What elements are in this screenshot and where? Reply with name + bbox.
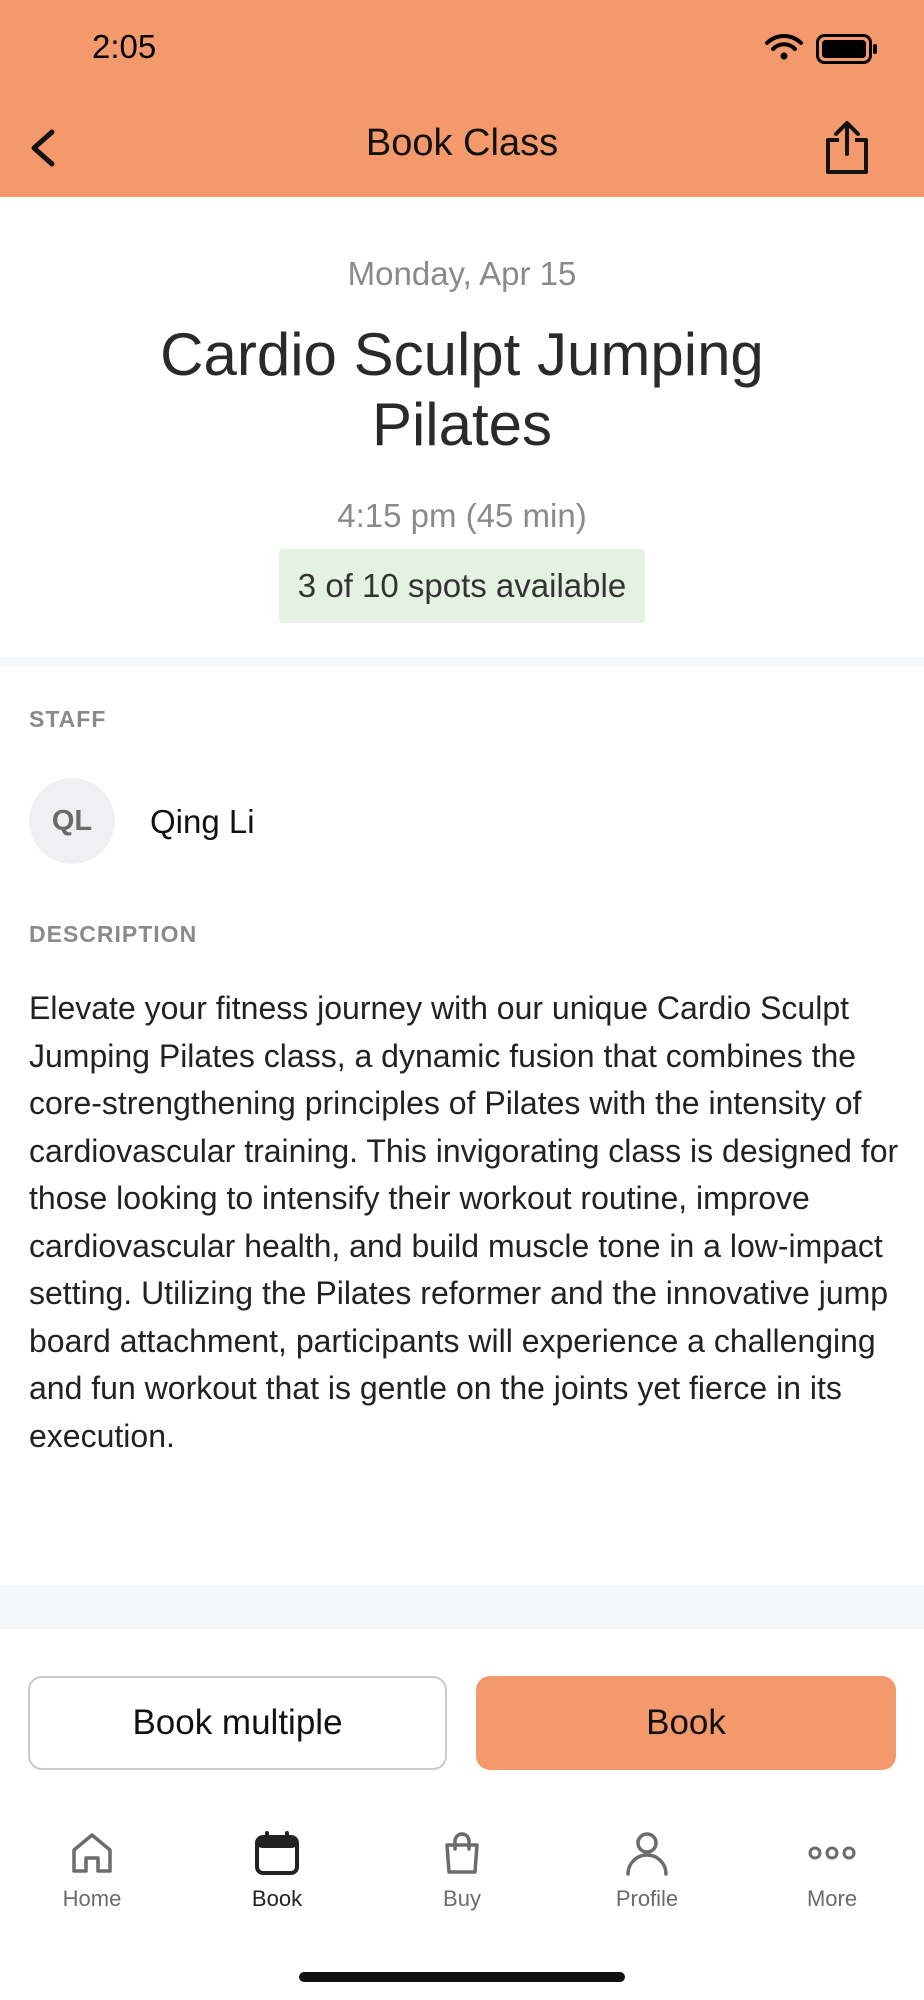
calendar-icon — [255, 1831, 299, 1875]
class-title: Cardio Sculpt Jumping Pilates — [160, 321, 764, 458]
tab-profile[interactable]: Profile — [577, 1830, 717, 1912]
staff-avatar: QL — [29, 778, 115, 864]
staff-section-label: STAFF — [29, 706, 107, 732]
person-icon — [626, 1832, 668, 1876]
tab-more[interactable]: More — [762, 1830, 902, 1912]
more-dots-icon — [808, 1846, 856, 1860]
tab-label: Book — [251, 1886, 303, 1911]
tab-buy[interactable]: Buy — [392, 1830, 532, 1912]
tab-label: More — [806, 1886, 858, 1911]
status-time: 2:05 — [92, 28, 157, 65]
home-indicator — [299, 1972, 625, 1982]
header-bar: 2:05 Book Class — [0, 0, 924, 197]
staff-name[interactable]: Qing Li — [150, 803, 255, 841]
description-section-label: DESCRIPTION — [29, 921, 198, 947]
page-title: Book Class — [365, 122, 559, 164]
tab-label: Home — [62, 1886, 122, 1911]
section-divider — [0, 1585, 924, 1629]
tab-label: Buy — [443, 1886, 481, 1911]
wifi-icon — [765, 33, 803, 60]
tab-label: Profile — [615, 1886, 679, 1911]
class-description: Elevate your fitness journey with our un… — [29, 990, 899, 1454]
book-button[interactable]: Book — [476, 1676, 896, 1770]
book-multiple-button[interactable]: Book multiple — [28, 1676, 447, 1770]
battery-icon — [816, 34, 877, 64]
section-divider — [0, 657, 924, 667]
home-icon — [72, 1833, 112, 1873]
share-icon[interactable] — [822, 120, 872, 176]
availability-badge: 3 of 10 spots available — [279, 549, 645, 623]
tab-book[interactable]: Book — [207, 1830, 347, 1912]
class-date: Monday, Apr 15 — [347, 255, 577, 292]
shopping-bag-icon — [445, 1832, 479, 1874]
class-time: 4:15 pm (45 min) — [337, 497, 587, 534]
tab-home[interactable]: Home — [22, 1830, 162, 1912]
